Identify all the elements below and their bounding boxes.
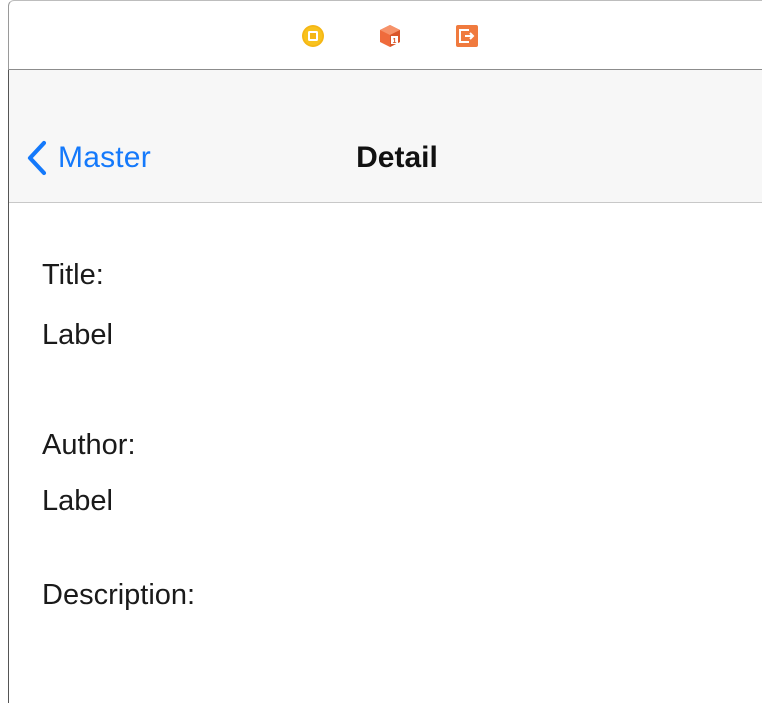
svg-text:1: 1 [393,38,397,45]
author-heading-label: Author: [42,429,136,461]
view-controller-icon[interactable] [301,24,325,48]
storyboard-scene: 1 Master Detail Title: Label Author: Lab… [0,0,762,703]
nav-title: Detail [356,141,438,174]
scene-dock: 1 [8,0,762,70]
author-value-label: Label [42,485,113,517]
detail-view-controller: Master Detail Title: Label Author: Label… [8,70,762,703]
exit-icon[interactable] [455,24,479,48]
navigation-bar: Master Detail [9,70,762,203]
title-value-label: Label [42,319,113,351]
title-heading-label: Title: [42,259,104,291]
description-heading-label: Description: [42,579,196,611]
first-responder-icon[interactable]: 1 [378,24,402,48]
